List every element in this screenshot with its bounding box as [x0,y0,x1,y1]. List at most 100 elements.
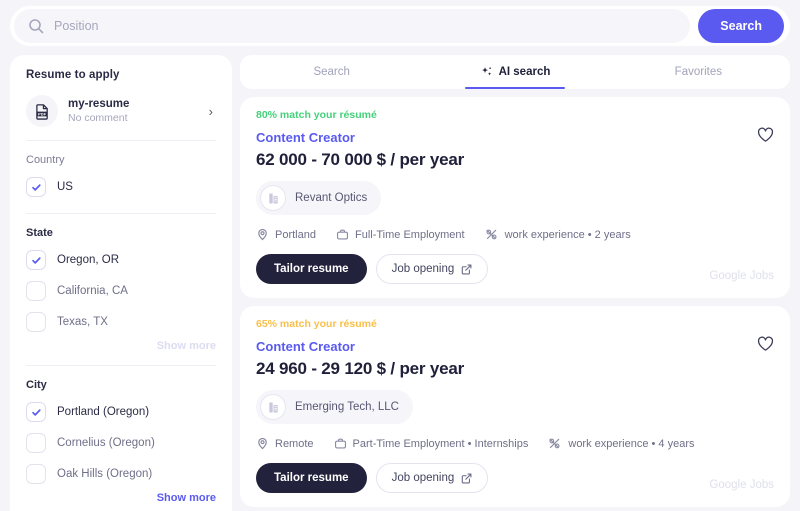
filters-sidebar: Resume to apply PDF my-resume No comment… [10,55,232,511]
divider [26,140,216,141]
job-location: Remote [256,437,314,450]
tab-label: Search [313,66,350,78]
job-search-app: Search Resume to apply PDF my-resume No … [0,0,800,511]
job-experience: work experience • 4 years [548,437,695,450]
job-meta-row: Portland Full-Time Employment work exper… [256,228,774,241]
results-column: Search AI search Favorites 80% match you… [240,55,790,511]
results-tabs: Search AI search Favorites [240,55,790,89]
checkbox-unchecked-icon[interactable] [26,464,46,484]
company-chip[interactable]: Emerging Tech, LLC [256,390,413,424]
experience-icon [486,229,497,240]
filter-option-oregon[interactable]: Oregon, OR [26,247,216,273]
svg-text:PDF: PDF [38,111,46,116]
resume-selector[interactable]: PDF my-resume No comment › [26,95,216,127]
job-opening-button[interactable]: Job opening [375,254,489,284]
filter-option-cornelius[interactable]: Cornelius (Oregon) [26,430,216,456]
company-chip[interactable]: Revant Optics [256,181,382,215]
job-opening-label: Job opening [391,263,455,275]
job-location: Portland [256,228,316,241]
filter-option-us[interactable]: US [26,174,216,200]
checkbox-unchecked-icon[interactable] [26,281,46,301]
job-title-link[interactable]: Content Creator [256,130,774,145]
show-more-cities[interactable]: Show more [26,492,216,504]
resume-comment: No comment [68,112,128,124]
checkbox-checked-icon[interactable] [26,402,46,422]
job-employment-label: Part-Time Employment • Internships [352,437,529,450]
tab-label: Favorites [674,66,722,78]
resume-meta: my-resume No comment [68,98,209,124]
job-experience: work experience • 2 years [485,228,631,241]
job-results-list: 80% match your résumé Content Creator 62… [240,97,790,511]
search-input[interactable] [54,19,677,33]
favorite-heart-icon[interactable] [757,127,774,148]
resume-name: my-resume [68,98,130,110]
company-name: Revant Optics [295,192,368,204]
job-employment-type: Part-Time Employment • Internships [334,437,529,450]
tab-ai-search[interactable]: AI search [423,55,606,89]
search-icon [28,18,44,34]
checkbox-checked-icon[interactable] [26,177,46,197]
tailor-resume-button[interactable]: Tailor resume [256,254,367,284]
company-name: Emerging Tech, LLC [295,401,399,413]
location-pin-icon [258,437,267,450]
filter-group-label-city: City [26,379,47,391]
checkbox-unchecked-icon[interactable] [26,433,46,453]
chevron-right-icon[interactable]: › [209,104,216,119]
job-meta-row: Remote Part-Time Employment • Internship… [256,437,774,450]
job-source-label: Google Jobs [709,270,774,282]
job-actions: Tailor resume Job opening [256,254,774,284]
tab-label: AI search [498,66,551,78]
job-salary: 62 000 - 70 000 $ / per year [256,150,465,169]
job-location-label: Portland [275,228,316,241]
checkbox-unchecked-icon[interactable] [26,312,46,332]
external-link-icon [461,473,472,483]
favorite-heart-icon[interactable] [757,336,774,357]
experience-icon [549,438,560,449]
search-button[interactable]: Search [698,9,784,43]
pdf-file-icon: PDF [26,95,58,127]
job-location-label: Remote [275,437,314,450]
briefcase-icon [334,438,346,449]
search-field[interactable] [14,9,691,43]
filter-option-texas[interactable]: Texas, TX [26,309,216,335]
company-building-icon [260,185,286,211]
filter-option-label: Oregon, OR [57,254,119,266]
filter-option-label: California, CA [57,285,128,297]
tailor-resume-button[interactable]: Tailor resume [256,463,367,493]
job-opening-button[interactable]: Job opening [375,463,489,493]
filter-option-california[interactable]: California, CA [26,278,216,304]
filter-option-label: Texas, TX [57,316,108,328]
job-actions: Tailor resume Job opening [256,463,774,493]
job-salary: 24 960 - 29 120 $ / per year [256,359,465,378]
job-source-label: Google Jobs [709,479,774,491]
location-pin-icon [258,228,267,241]
job-employment-type: Full-Time Employment [336,228,465,241]
divider [26,213,216,214]
tab-favorites[interactable]: Favorites [607,55,790,89]
checkbox-checked-icon[interactable] [26,250,46,270]
divider [26,365,216,366]
filter-option-oak-hills[interactable]: Oak Hills (Oregon) [26,461,216,487]
job-title-link[interactable]: Content Creator [256,339,774,354]
filter-option-label: Cornelius (Oregon) [57,437,155,449]
filter-group-label-state: State [26,227,53,239]
filter-option-label: US [57,181,73,193]
sparkle-icon [480,66,493,79]
top-search-bar: Search [10,6,790,46]
job-experience-label: work experience • 2 years [504,228,631,241]
sidebar-title: Resume to apply [26,69,120,81]
filter-option-portland[interactable]: Portland (Oregon) [26,399,216,425]
show-more-states[interactable]: Show more [26,340,216,352]
filter-group-label-country: Country [26,154,65,166]
job-card[interactable]: 80% match your résumé Content Creator 62… [240,97,790,298]
job-card[interactable]: 65% match your résumé Content Creator 24… [240,306,790,507]
job-opening-label: Job opening [391,472,455,484]
job-employment-label: Full-Time Employment [354,228,465,241]
tab-search[interactable]: Search [240,55,423,89]
external-link-icon [461,264,472,274]
company-building-icon [260,394,286,420]
job-experience-label: work experience • 4 years [568,437,695,450]
match-score-badge: 65% match your résumé [256,318,377,330]
briefcase-icon [336,229,348,240]
match-score-badge: 80% match your résumé [256,109,377,121]
